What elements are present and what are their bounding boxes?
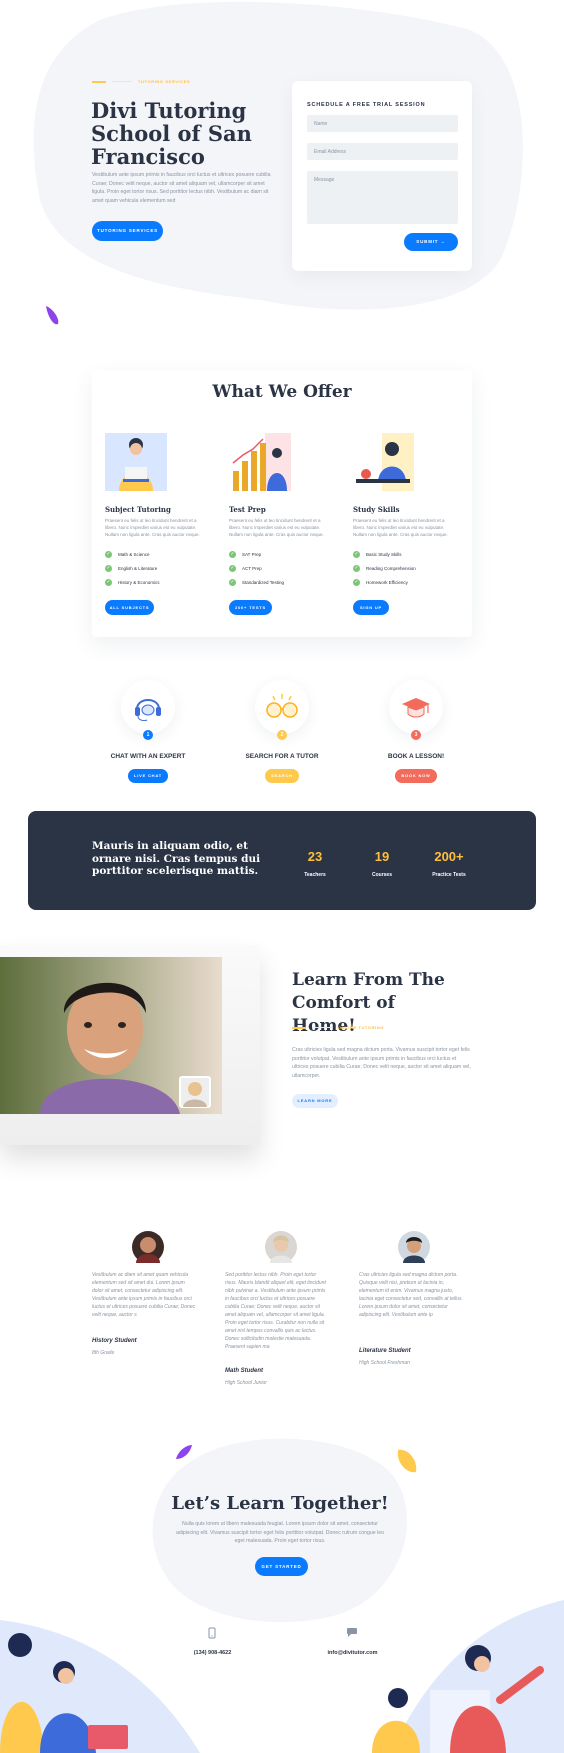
name-input[interactable]: Name <box>307 115 458 132</box>
testimonial-2-text: Sed porttitor lectus nibh. Proin eget to… <box>225 1272 326 1350</box>
tutor-illustration <box>105 433 167 491</box>
testimonial-1-text: Vestibulum ac diam sit amet quam vehicul… <box>92 1272 196 1318</box>
check-icon: ✓ <box>229 579 236 586</box>
hero-eyebrow-text: TUTORING SERVICES <box>138 79 191 84</box>
chat-bubble-icon <box>347 1628 357 1637</box>
purple-shape-decoration <box>46 306 59 325</box>
check-icon: ✓ <box>353 551 360 558</box>
sign-up-button[interactable]: SIGN UP <box>353 600 389 615</box>
stat-tests-label: Practice Tests <box>432 872 466 878</box>
feature-book: 3 <box>386 680 446 740</box>
offer-card-1-item: ✓ Math & Science <box>105 551 150 558</box>
check-icon: ✓ <box>353 565 360 572</box>
phone-icon <box>208 1627 216 1639</box>
testimonial-2-role: High School Junior <box>225 1380 267 1386</box>
message-textarea[interactable]: Message <box>307 171 458 224</box>
feature-search-title: SEARCH FOR A TUTOR <box>245 753 319 760</box>
learn-more-button[interactable]: LEARN MORE <box>292 1094 338 1108</box>
avatar <box>132 1231 164 1263</box>
glasses-icon <box>266 694 298 718</box>
headset-icon <box>135 699 161 721</box>
hero-body: Vestibulum ante ipsum primis in faucibus… <box>92 172 271 204</box>
tests-button[interactable]: 200+ TESTS <box>229 600 272 615</box>
search-button[interactable]: SEARCH <box>265 769 299 783</box>
offer-card-1-item: ✓ History & Economics <box>105 579 160 586</box>
offer-card-1-text: Praesent eu felis ut leo tincidunt hendr… <box>105 518 200 537</box>
stats-quote: Mauris in aliquam odio, et ornare nisi. … <box>92 840 261 877</box>
offer-card-2-title: Test Prep <box>229 505 266 514</box>
offer-card-2-text: Praesent eu felis ut leo tincidunt hendr… <box>229 518 324 537</box>
contact-email[interactable]: info@divitutor.com <box>320 1650 385 1656</box>
graduation-cap-icon <box>402 698 430 718</box>
book-now-button[interactable]: BOOK NOW <box>395 769 437 783</box>
avatar <box>265 1231 297 1263</box>
offer-title: What We Offer <box>212 382 352 402</box>
testimonial-3-text: Cras ultricies ligula sed magna dictum p… <box>359 1272 463 1318</box>
stat-courses-value: 19 <box>374 849 390 864</box>
hero-title: Divi Tutoring School of San Francisco <box>91 98 252 169</box>
offer-card-2-item: ✓ ACT Prep <box>229 565 262 572</box>
avatar <box>398 1231 430 1263</box>
testimonial-2-name: Math Student <box>225 1368 263 1374</box>
tutoring-services-button[interactable]: TUTORING SERVICES <box>92 221 163 241</box>
check-icon: ✓ <box>105 579 112 586</box>
test-prep-illustration <box>232 433 291 491</box>
check-icon: ✓ <box>229 565 236 572</box>
online-eyebrow-text: ONLINE TUTORING <box>338 1025 385 1030</box>
yellow-shape-decoration <box>397 1449 417 1473</box>
offer-card-2-item: ✓ SAT Prep <box>229 551 262 558</box>
offer-card-3-item: ✓ Basic Study Skills <box>353 551 402 558</box>
stat-courses-label: Courses <box>371 872 392 878</box>
step-badge: 3 <box>411 730 421 740</box>
trial-form-title: SCHEDULE A FREE TRIAL SESSION <box>307 102 426 108</box>
offer-card-3-title: Study Skills <box>353 505 400 514</box>
stat-teachers-label: Teachers <box>304 872 326 878</box>
testimonial-3-name: Literature Student <box>359 1348 411 1354</box>
online-eyebrow: ONLINE TUTORING <box>292 1025 384 1030</box>
feature-search: 2 <box>252 680 312 740</box>
get-started-button[interactable]: GET STARTED <box>255 1557 308 1576</box>
offer-card-3-item: ✓ Homework Efficiency <box>353 579 408 586</box>
cta-title: Let’s Learn Together! <box>171 1493 389 1514</box>
check-icon: ✓ <box>229 551 236 558</box>
check-icon: ✓ <box>105 551 112 558</box>
offer-card-1-item: ✓ English & Literature <box>105 565 158 572</box>
feature-chat-title: CHAT WITH AN EXPERT <box>110 753 186 760</box>
offer-card-3-item: ✓ Reading Comprehension <box>353 565 416 572</box>
live-chat-button[interactable]: LIVE CHAT <box>128 769 168 783</box>
testimonial-1-role: 8th Grade <box>92 1350 115 1356</box>
submit-button[interactable]: SUBMIT → <box>404 233 458 251</box>
offer-card-1-title: Subject Tutoring <box>105 505 171 514</box>
cta-body: Nulla quis lorem ut libero malesuada feu… <box>175 1521 385 1544</box>
offer-card-3-text: Praesent eu felis ut leo tincidunt hendr… <box>353 518 448 537</box>
all-subjects-button[interactable]: ALL SUBJECTS <box>105 600 154 615</box>
feature-book-title: BOOK A LESSON! <box>387 753 445 760</box>
tutor-video-photo <box>0 957 222 1114</box>
testimonial-1-name: History Student <box>92 1338 137 1344</box>
stat-teachers-value: 23 <box>307 849 323 864</box>
contact-phone[interactable]: (134) 908-4622 <box>185 1650 240 1656</box>
check-icon: ✓ <box>353 579 360 586</box>
purple-shape-decoration <box>176 1445 192 1459</box>
footer-illustration <box>0 1600 564 1753</box>
study-skills-illustration <box>356 433 414 491</box>
testimonial-3-role: High School Freshman <box>359 1360 410 1366</box>
stat-tests-value: 200+ <box>434 849 464 864</box>
step-badge: 1 <box>143 730 153 740</box>
email-input[interactable]: Email Address <box>307 143 458 160</box>
offer-card-2-item: ✓ Standardized Testing <box>229 579 284 586</box>
hero-eyebrow: TUTORING SERVICES <box>92 79 190 84</box>
check-icon: ✓ <box>105 565 112 572</box>
online-body: Cras ultricies ligula sed magna dictum p… <box>292 1047 471 1079</box>
feature-chat: 1 <box>118 680 178 740</box>
step-badge: 2 <box>277 730 287 740</box>
offer-card <box>92 370 472 637</box>
